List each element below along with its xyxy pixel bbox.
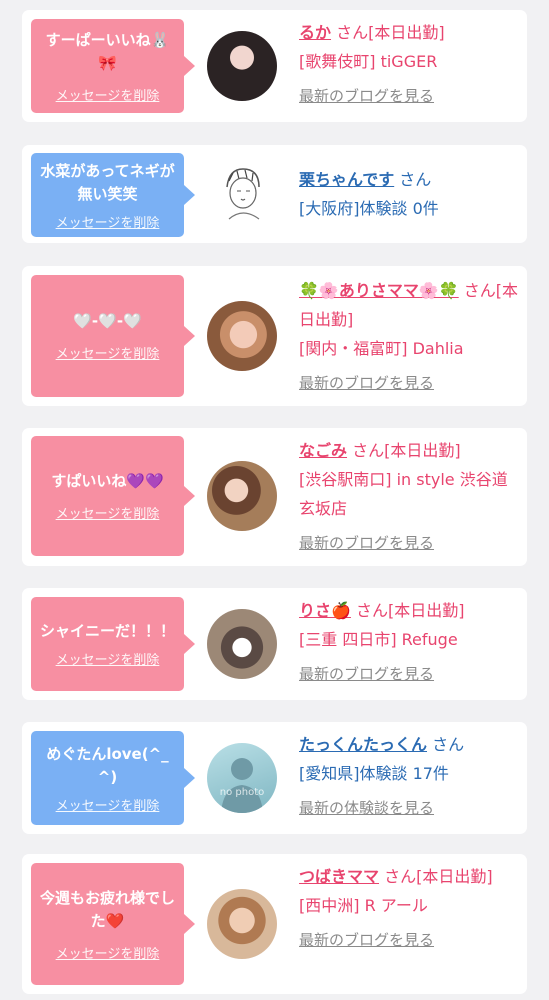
delete-message-link[interactable]: メッセージを削除	[56, 649, 160, 668]
user-name-link[interactable]: つばきママ	[299, 867, 379, 886]
message-bubble: すーぱーいいね🐰🎀 メッセージを削除	[31, 19, 195, 113]
location-review-count: [愛知県]体験談 17件	[299, 764, 449, 783]
message-text: すぱいいね💜💜	[51, 472, 164, 490]
list-item: 今週もお疲れ様でした❤️ メッセージを削除 つばきママ さん[本日出勤] [西中…	[22, 854, 527, 994]
avatar[interactable]	[207, 31, 277, 101]
message-text: すーぱーいいね🐰🎀	[45, 30, 170, 72]
location-shop: [三重 四日市] Refuge	[299, 630, 458, 649]
message-bubble: 🤍-🤍-🤍 メッセージを削除	[31, 275, 195, 397]
avatar[interactable]	[207, 609, 277, 679]
avatar-sketch-image[interactable]	[207, 159, 277, 229]
avatar-no-photo[interactable]: no photo	[207, 743, 277, 813]
location-review-count: [大阪府]体験談 0件	[299, 199, 439, 218]
avatar[interactable]	[207, 889, 277, 959]
list-item: すーぱーいいね🐰🎀 メッセージを削除 るか さん[本日出勤] [歌舞伎町] ti…	[22, 10, 527, 122]
delete-message-link[interactable]: メッセージを削除	[56, 943, 160, 962]
message-bubble: 今週もお疲れ様でした❤️ メッセージを削除	[31, 863, 195, 985]
honorific-status: さん[本日出勤]	[352, 441, 461, 460]
latest-blog-link[interactable]: 最新のブログを見る	[299, 660, 519, 689]
avatar[interactable]	[207, 301, 277, 371]
user-name-link[interactable]: りさ🍎	[299, 601, 351, 620]
location-shop: [関内・福富町] Dahlia	[299, 339, 464, 358]
honorific-status: さん	[399, 170, 432, 189]
latest-blog-link[interactable]: 最新のブログを見る	[299, 529, 519, 558]
location-shop: [歌舞伎町] tiGGER	[299, 52, 438, 71]
location-shop: [西中洲] R アール	[299, 896, 428, 915]
location-shop: [渋谷駅南口] in style 渋谷道玄坂店	[299, 470, 508, 518]
honorific-status: さん[本日出勤]	[384, 867, 493, 886]
list-item: 水菜があってネギが無い笑笑 メッセージを削除 栗ちゃんです さん [大阪府]体験…	[22, 145, 527, 243]
delete-message-link[interactable]: メッセージを削除	[56, 343, 160, 362]
user-name-link[interactable]: なごみ	[299, 441, 347, 460]
delete-message-link[interactable]: メッセージを削除	[56, 85, 160, 104]
honorific-status: さん[本日出勤]	[356, 601, 465, 620]
latest-blog-link[interactable]: 最新のブログを見る	[299, 926, 519, 955]
message-text: 今週もお疲れ様でした❤️	[39, 888, 175, 930]
honorific-status: さん	[432, 735, 465, 754]
delete-message-link[interactable]: メッセージを削除	[56, 795, 160, 814]
message-bubble: すぱいいね💜💜 メッセージを削除	[31, 436, 195, 556]
delete-message-link[interactable]: メッセージを削除	[56, 503, 160, 522]
latest-review-link[interactable]: 最新の体験談を見る	[299, 794, 519, 823]
message-bubble: シャイニーだ！！！ メッセージを削除	[31, 597, 195, 691]
latest-blog-link[interactable]: 最新のブログを見る	[299, 369, 519, 398]
message-text: めぐたんlove(^_^)	[46, 744, 169, 786]
message-text: 🤍-🤍-🤍	[73, 312, 142, 330]
user-name-link[interactable]: るか	[299, 23, 331, 42]
list-item: めぐたんlove(^_^) メッセージを削除 no photo たっくんたっくん…	[22, 722, 527, 834]
message-text: シャイニーだ！！！	[39, 622, 175, 640]
user-name-link[interactable]: たっくんたっくん	[299, 735, 427, 754]
message-text: 水菜があってネギが無い笑笑	[40, 161, 175, 203]
list-item: シャイニーだ！！！ メッセージを削除 りさ🍎 さん[本日出勤] [三重 四日市]…	[22, 588, 527, 700]
user-name-link[interactable]: 栗ちゃんです	[299, 170, 394, 189]
no-photo-text: no photo	[219, 787, 265, 798]
latest-blog-link[interactable]: 最新のブログを見る	[299, 82, 519, 111]
list-item: すぱいいね💜💜 メッセージを削除 なごみ さん[本日出勤] [渋谷駅南口] in…	[22, 428, 527, 566]
message-list: すーぱーいいね🐰🎀 メッセージを削除 るか さん[本日出勤] [歌舞伎町] ti…	[0, 0, 549, 1000]
user-name-link[interactable]: 🍀🌸ありさママ🌸🍀	[299, 281, 459, 300]
list-item: 🤍-🤍-🤍 メッセージを削除 🍀🌸ありさママ🌸🍀 さん[本日出勤] [関内・福富…	[22, 266, 527, 406]
message-bubble: めぐたんlove(^_^) メッセージを削除	[31, 731, 195, 825]
delete-message-link[interactable]: メッセージを削除	[56, 212, 160, 231]
honorific-status: さん[本日出勤]	[336, 23, 445, 42]
message-bubble: 水菜があってネギが無い笑笑 メッセージを削除	[31, 153, 195, 237]
avatar[interactable]	[207, 461, 277, 531]
